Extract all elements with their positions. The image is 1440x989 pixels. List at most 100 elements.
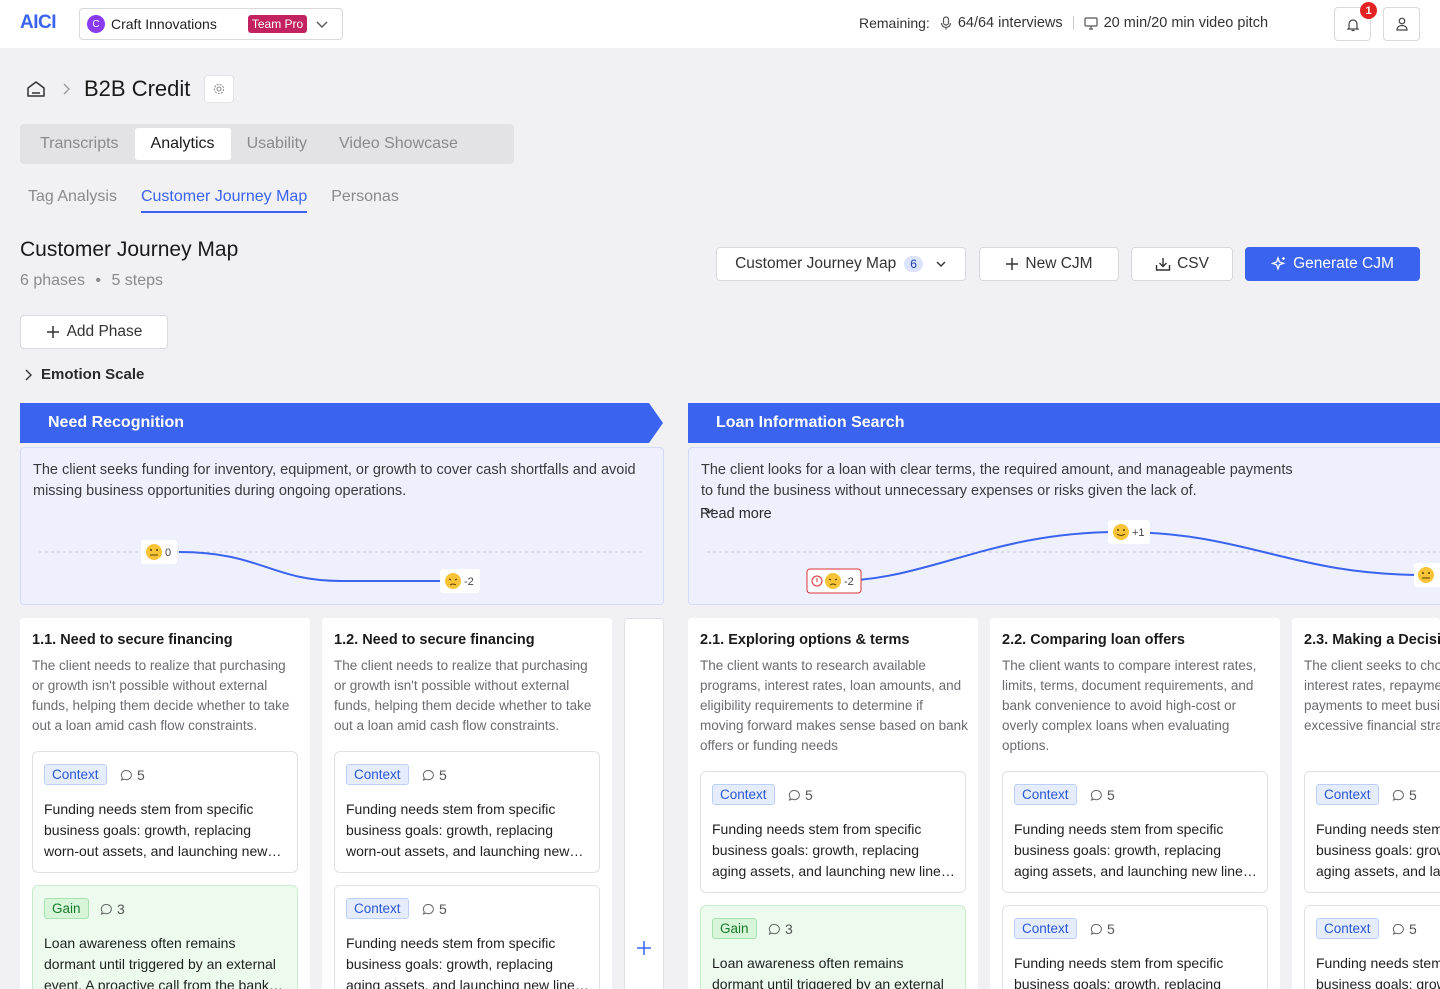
video-pitch-remaining: 20 min/20 min video pitch <box>1103 15 1269 31</box>
comment-count-value: 5 <box>1107 787 1115 803</box>
app-logo[interactable]: AICI <box>20 12 57 34</box>
phase-header-loan-information-search[interactable]: Loan Information Search <box>688 403 1440 443</box>
subtab-customer-journey-map[interactable]: Customer Journey Map <box>140 188 308 213</box>
emotion-marker[interactable]: -2 <box>806 568 862 594</box>
comment-icon <box>120 769 132 781</box>
card-text: Funding needs stem from specific busines… <box>346 801 584 859</box>
step-column: 1.1. Need to secure financing The client… <box>20 618 310 989</box>
comment-icon <box>1090 923 1102 935</box>
tab-video-showcase[interactable]: Video Showcase <box>323 128 474 160</box>
add-phase-button[interactable]: Add Phase <box>20 315 168 349</box>
cjm-select[interactable]: Customer Journey Map 6 <box>716 247 966 281</box>
plus-icon <box>1006 258 1019 270</box>
notifications-button[interactable]: 1 <box>1334 2 1377 41</box>
insight-card[interactable]: Context 5 Funding needs stem from specif… <box>334 885 600 989</box>
step-column: 1.2. Need to secure financing The client… <box>322 618 612 989</box>
add-step-column[interactable] <box>624 618 664 989</box>
comment-count-value: 5 <box>1107 921 1115 937</box>
step-description: The client wants to research available p… <box>700 658 968 753</box>
step-column: 2.3. Making a Decision The client seeks … <box>1292 618 1440 989</box>
insight-card[interactable]: Context 5 Funding needs stem from specif… <box>1304 905 1440 989</box>
chevron-down-icon <box>704 508 714 514</box>
card-text: Funding needs stem from specific busines… <box>44 801 282 859</box>
insight-card[interactable]: Context 5 Funding needs stem from specif… <box>32 751 298 873</box>
workspace-switcher[interactable]: C Craft Innovations Team Pro <box>79 8 343 40</box>
step-title: 2.2. Comparing loan offers <box>1002 632 1185 648</box>
step-count: 5 steps <box>111 272 164 289</box>
emotion-marker[interactable]: 0 <box>141 540 177 564</box>
user-icon <box>1395 17 1408 31</box>
plan-badge: Team Pro <box>247 15 308 33</box>
project-settings-button[interactable] <box>204 75 235 103</box>
tab-usability[interactable]: Usability <box>231 128 323 160</box>
emotion-marker[interactable] <box>1414 563 1440 587</box>
tab-analytics[interactable]: Analytics <box>134 128 231 160</box>
emotion-line <box>178 551 453 582</box>
comment-count-value: 3 <box>785 921 793 937</box>
phase-header-need-recognition[interactable]: Need Recognition <box>20 403 663 443</box>
emotion-marker[interactable]: +1 <box>1108 520 1150 544</box>
insight-card[interactable]: Context 5 Funding needs stem from specif… <box>700 771 966 893</box>
phase-description-panel: -2 +1 The client looks for a loan with c… <box>688 447 1440 605</box>
breadcrumb: B2B Credit <box>26 74 235 104</box>
home-icon[interactable] <box>26 80 46 98</box>
insight-card[interactable]: Gain 3 Loan awareness often remains dorm… <box>700 905 966 989</box>
generate-cjm-button[interactable]: Generate CJM <box>1245 247 1420 281</box>
step-description: The client needs to realize that purchas… <box>334 658 592 733</box>
emotion-marker[interactable]: -2 <box>440 569 480 593</box>
card-type-tag: Context <box>346 898 409 919</box>
account-button[interactable] <box>1383 7 1420 41</box>
main-tabs: Transcripts Analytics Usability Video Sh… <box>20 124 514 164</box>
comment-count[interactable]: 5 <box>1090 921 1115 937</box>
comment-count[interactable]: 5 <box>1090 787 1115 803</box>
download-icon <box>1155 257 1171 271</box>
insight-card[interactable]: Context 5 Funding needs stem from specif… <box>1002 771 1268 893</box>
comment-count[interactable]: 5 <box>422 901 447 917</box>
subtab-tag-analysis[interactable]: Tag Analysis <box>28 188 117 213</box>
plus-icon <box>637 941 651 955</box>
comment-icon <box>1392 923 1404 935</box>
card-text: Funding needs stem from specific busines… <box>1014 955 1224 989</box>
step-title: 2.1. Exploring options & terms <box>700 632 910 648</box>
step-description: The client seeks to choose manageable in… <box>1304 658 1440 733</box>
emotion-scale-toggle[interactable]: Emotion Scale <box>24 366 144 383</box>
interviews-remaining: 64/64 interviews <box>957 15 1063 31</box>
workspace-name: Craft Innovations <box>111 16 217 32</box>
insight-card[interactable]: Context 5 Funding needs stem from specif… <box>1304 771 1440 893</box>
comment-count-value: 5 <box>439 901 447 917</box>
card-text: Funding needs stem from specific busines… <box>346 935 589 989</box>
card-type-tag: Context <box>1014 918 1077 939</box>
comment-count-value: 5 <box>1409 921 1417 937</box>
tab-transcripts[interactable]: Transcripts <box>24 128 135 160</box>
notification-count-badge: 1 <box>1360 2 1377 19</box>
comment-count[interactable]: 5 <box>120 767 145 783</box>
comment-count[interactable]: 5 <box>422 767 447 783</box>
comment-icon <box>1392 789 1404 801</box>
chevron-right-icon <box>25 369 32 380</box>
read-more-link[interactable]: Read more <box>700 506 772 522</box>
insight-card[interactable]: Gain 3 Loan awareness often remains dorm… <box>32 885 298 989</box>
comment-icon <box>100 903 112 915</box>
comment-count[interactable]: 5 <box>1392 921 1417 937</box>
phase-title: Loan Information Search <box>716 414 905 431</box>
card-text: Funding needs stem from specific busines… <box>712 821 955 879</box>
comment-count[interactable]: 3 <box>100 901 125 917</box>
step-description: The client needs to realize that purchas… <box>32 658 290 733</box>
add-phase-label: Add Phase <box>66 323 143 340</box>
new-cjm-button[interactable]: New CJM <box>979 247 1119 281</box>
comment-count[interactable]: 5 <box>1392 787 1417 803</box>
monitor-icon <box>1084 17 1098 30</box>
card-text: Loan awareness often remains dormant unt… <box>712 955 944 989</box>
comment-count[interactable]: 3 <box>768 921 793 937</box>
csv-export-button[interactable]: CSV <box>1131 247 1233 281</box>
insight-card[interactable]: Context 5 Funding needs stem from specif… <box>1002 905 1268 989</box>
subtab-personas[interactable]: Personas <box>331 188 399 213</box>
card-type-tag: Context <box>1014 784 1077 805</box>
sparkle-icon <box>1271 256 1286 271</box>
insight-card[interactable]: Context 5 Funding needs stem from specif… <box>334 751 600 873</box>
card-type-tag: Context <box>1316 918 1379 939</box>
comment-count[interactable]: 5 <box>788 787 813 803</box>
page-subtitle: 6 phases • 5 steps <box>20 272 163 290</box>
step-title: 1.2. Need to secure financing <box>334 632 535 648</box>
step-column: 2.2. Comparing loan offers The client wa… <box>990 618 1280 989</box>
